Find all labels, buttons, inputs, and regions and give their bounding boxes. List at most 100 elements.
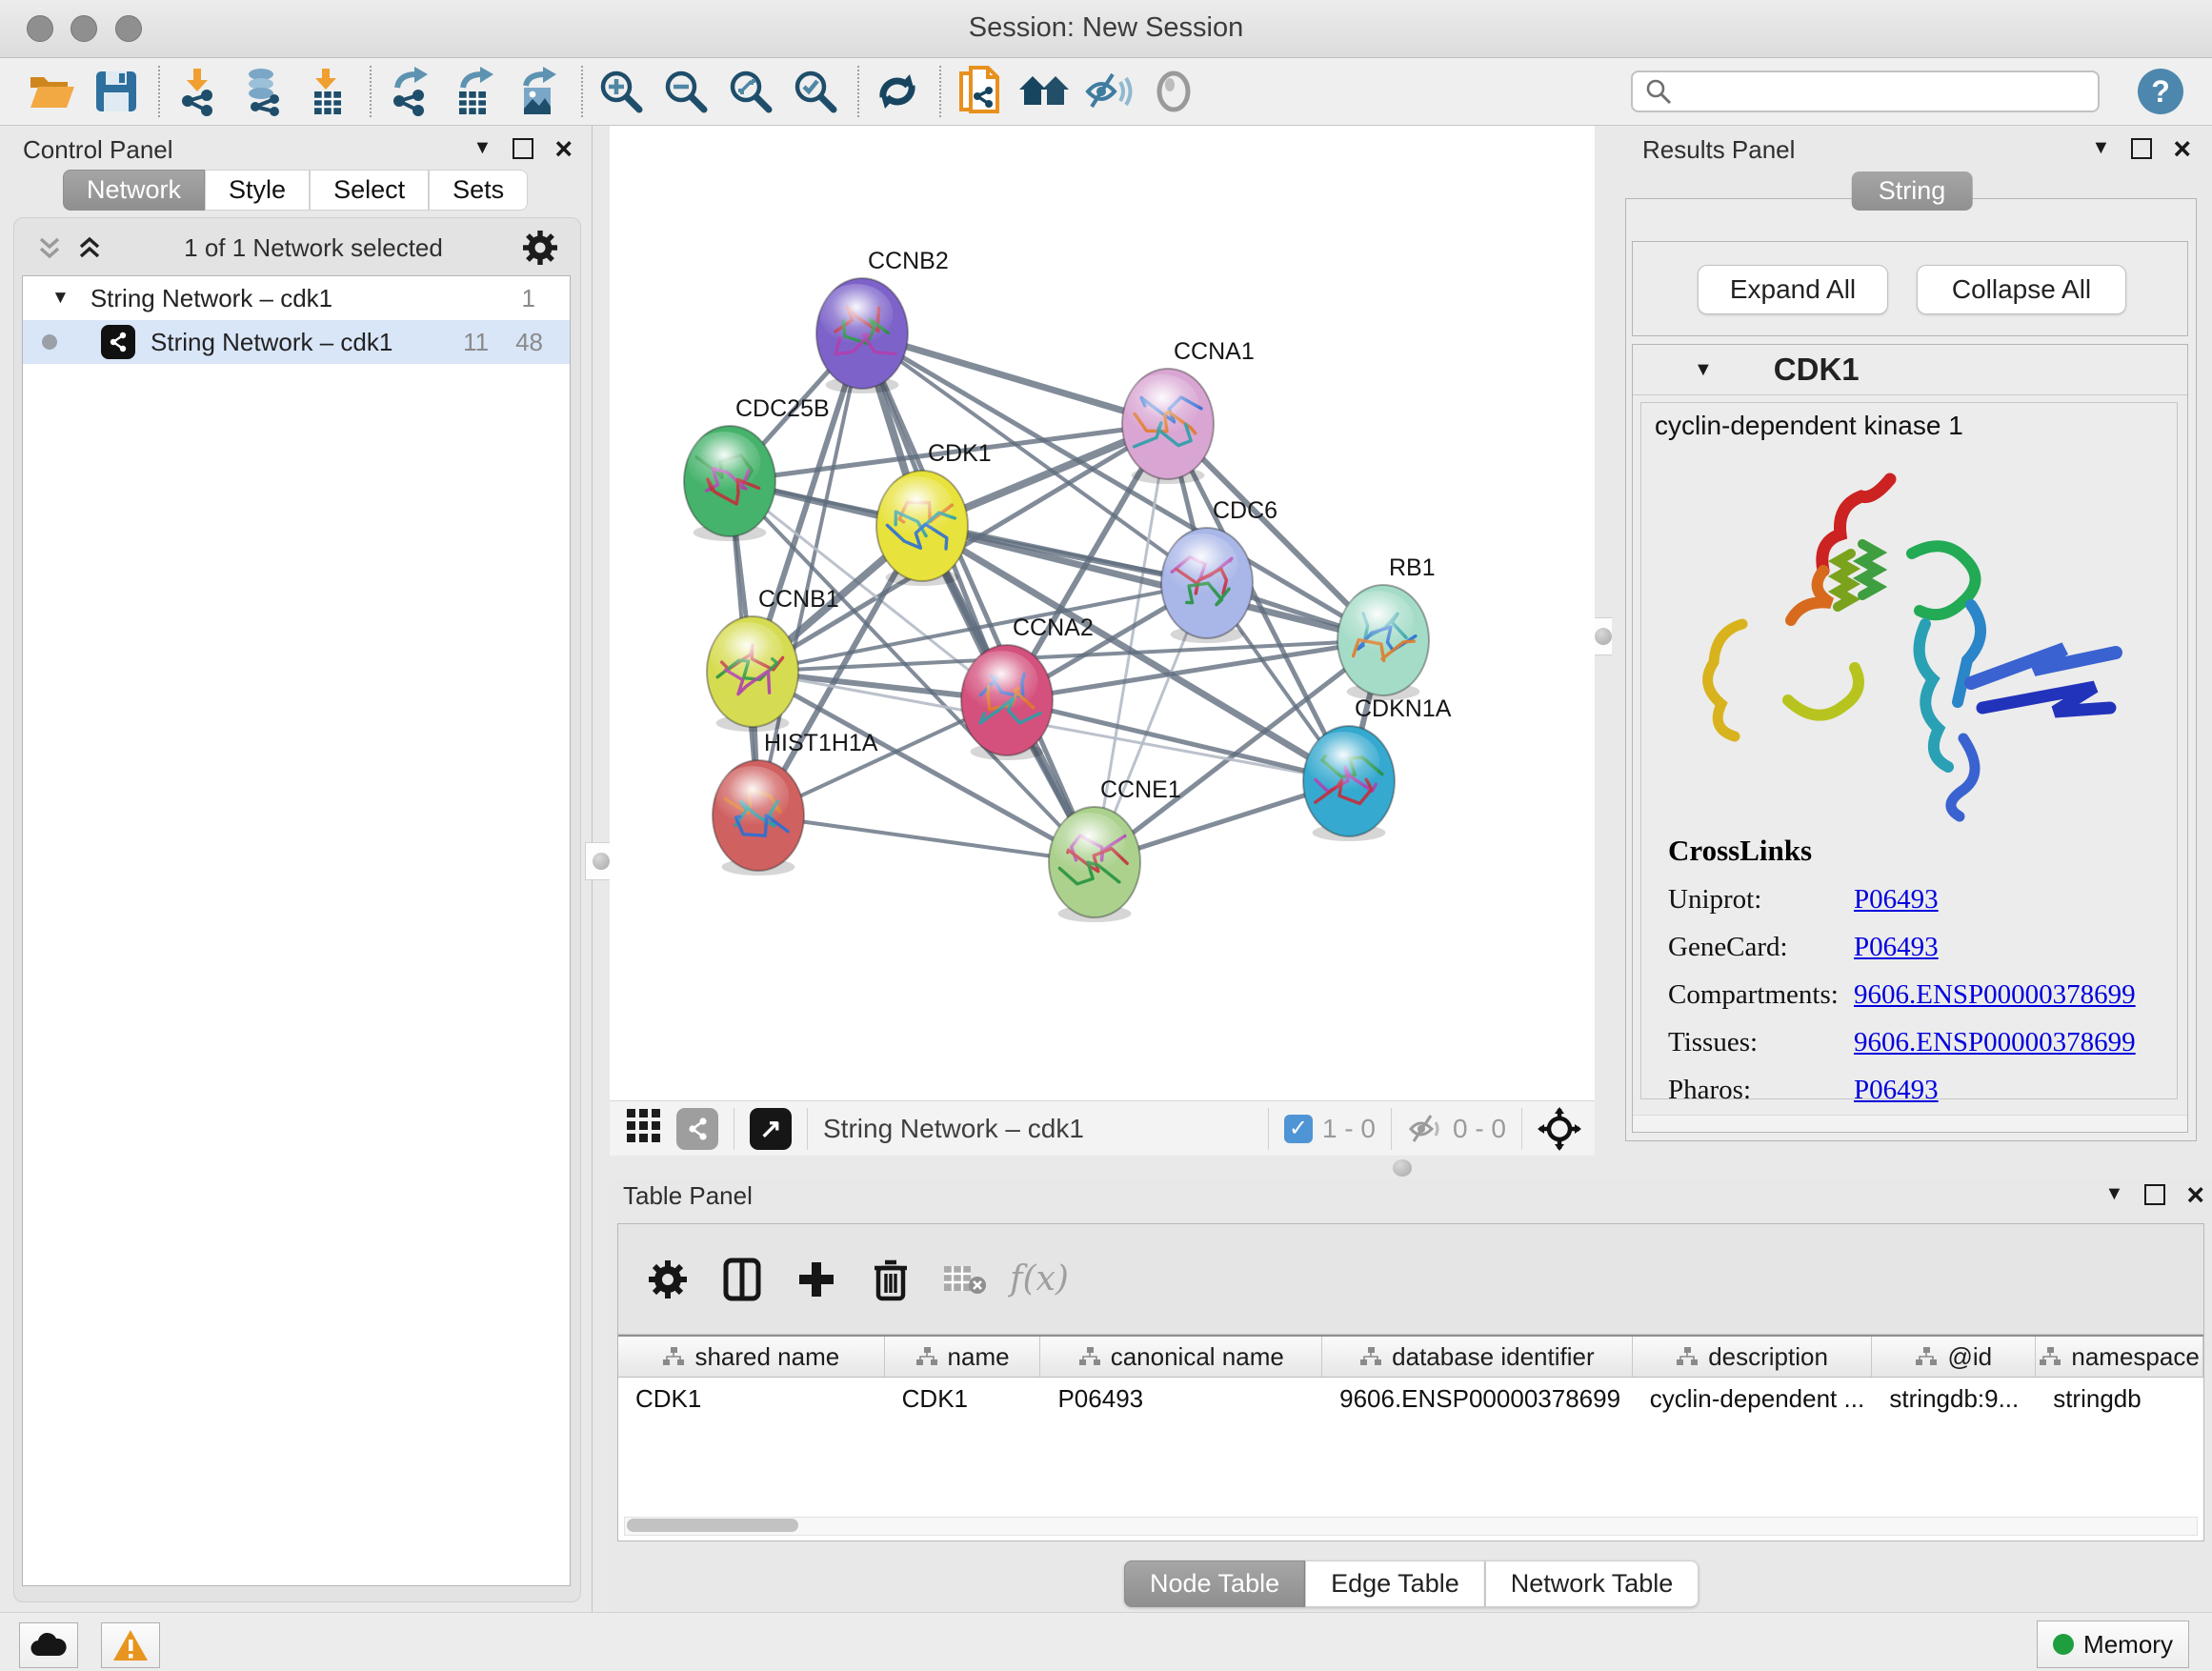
search-field[interactable] [1631, 70, 2100, 112]
zoom-selected-button[interactable] [789, 65, 842, 118]
crosslink-link[interactable]: P06493 [1854, 884, 1939, 916]
close-panel-button[interactable]: × [554, 140, 573, 157]
network-canvas[interactable]: CCNB2CCNA1CDC25BCDK1CDC6RB1CCNB1CCNA2CDK… [610, 126, 1595, 1100]
crosslink-link[interactable]: 9606.ENSP00000378699 [1854, 1027, 2136, 1058]
protein-node[interactable]: CDKN1A [1303, 695, 1452, 841]
tab-edge-table[interactable]: Edge Table [1305, 1560, 1485, 1607]
export-image-button[interactable] [513, 65, 566, 118]
table-cell[interactable]: stringdb:9... [1872, 1384, 2036, 1414]
delete-columns-button[interactable] [866, 1255, 915, 1304]
collection-expand-icon[interactable]: ▼ [51, 288, 70, 309]
tab-network[interactable]: Network [63, 170, 205, 211]
hide-glass-pane-button[interactable] [1082, 65, 1136, 118]
collapse-all-networks-icon[interactable] [33, 232, 66, 264]
protein-node[interactable]: RB1 [1337, 554, 1436, 700]
column-header-database-identifier[interactable]: database identifier [1322, 1337, 1633, 1377]
gene-collapse-icon[interactable]: ▼ [1694, 359, 1713, 381]
expand-all-button[interactable]: Expand All [1698, 265, 1888, 314]
tab-select[interactable]: Select [310, 170, 429, 211]
show-grid-button[interactable] [625, 1107, 663, 1150]
float-panel-button[interactable]: ▼ [473, 137, 493, 159]
scrollbar-thumb[interactable] [627, 1519, 798, 1532]
apply-layout-button[interactable] [871, 65, 924, 118]
tab-style[interactable]: Style [205, 170, 310, 211]
import-table-file-button[interactable] [301, 65, 354, 118]
tab-sets[interactable]: Sets [429, 170, 528, 211]
hidden-node-edge-counts: 0 - 0 [1453, 1114, 1506, 1144]
maximize-panel-button[interactable] [2144, 1184, 2165, 1205]
birds-eye-view-button[interactable]: ↗ [750, 1108, 792, 1150]
float-panel-button[interactable]: ▼ [2105, 1183, 2124, 1205]
close-panel-button[interactable]: × [2173, 140, 2191, 157]
toolbar-separator [1521, 1108, 1522, 1150]
save-session-button[interactable] [90, 65, 143, 118]
table-toolbar: f(x) [618, 1224, 2203, 1335]
column-header-canonical-name[interactable]: canonical name [1040, 1337, 1322, 1377]
table-cell[interactable]: CDK1 [885, 1384, 1041, 1414]
column-header-name[interactable]: name [885, 1337, 1041, 1377]
current-network-dot-icon [42, 334, 57, 350]
tab-node-table[interactable]: Node Table [1124, 1560, 1305, 1607]
protein-node[interactable]: CCNA1 [1122, 338, 1255, 484]
string-home-button[interactable] [1017, 65, 1071, 118]
network-row-selected[interactable]: String Network – cdk1 11 48 [23, 320, 570, 364]
open-session-button[interactable] [25, 65, 78, 118]
tab-string-results[interactable]: String [1852, 171, 1973, 211]
network-options-gear-icon[interactable] [521, 229, 559, 267]
node-label: CCNA2 [1013, 614, 1094, 641]
import-network-file-button[interactable] [171, 65, 225, 118]
warnings-button[interactable] [101, 1622, 160, 1668]
cloud-status-button[interactable] [19, 1622, 78, 1668]
table-cell[interactable]: stringdb [2036, 1384, 2203, 1414]
export-network-button[interactable] [383, 65, 436, 118]
column-header-namespace[interactable]: namespace [2036, 1337, 2203, 1377]
table-cell[interactable]: 9606.ENSP00000378699 [1322, 1384, 1633, 1414]
network-collection-row[interactable]: ▼ String Network – cdk1 1 [23, 276, 570, 320]
crosslink-link[interactable]: P06493 [1854, 1075, 1939, 1106]
table-cell[interactable]: cyclin-dependent ... [1633, 1384, 1873, 1414]
column-header-description[interactable]: description [1633, 1337, 1873, 1377]
crosslink-row: Tissues:9606.ENSP00000378699 [1668, 1027, 2136, 1058]
hidden-eye-icon [1407, 1113, 1443, 1145]
search-input[interactable] [1673, 76, 2077, 108]
export-table-button[interactable] [448, 65, 501, 118]
maximize-panel-button[interactable] [2131, 138, 2152, 159]
results-horizontal-scrollbar[interactable] [1633, 1115, 2187, 1132]
float-panel-button[interactable]: ▼ [2092, 137, 2111, 159]
main-toolbar: ? [0, 58, 2212, 126]
show-columns-button[interactable] [717, 1255, 767, 1304]
create-column-button[interactable] [792, 1255, 841, 1304]
export-table-icon [452, 67, 497, 116]
bottom-splitter-handle[interactable] [1393, 1159, 1412, 1177]
crosslink-link[interactable]: P06493 [1854, 932, 1939, 963]
tab-network-table[interactable]: Network Table [1485, 1560, 1699, 1607]
table-data-row[interactable]: CDK1CDK1P064939606.ENSP00000378699cyclin… [618, 1378, 2203, 1419]
protein-node[interactable]: CDC25B [684, 395, 830, 541]
crosslink-link[interactable]: 9606.ENSP00000378699 [1854, 979, 2136, 1011]
import-network-database-button[interactable] [236, 65, 290, 118]
collapse-all-button[interactable]: Collapse All [1917, 265, 2126, 314]
memory-button[interactable]: Memory [2037, 1621, 2189, 1668]
table-options-button[interactable] [643, 1255, 693, 1304]
selected-indicator-checkbox[interactable]: ✓ [1284, 1115, 1313, 1143]
column-header-shared-name[interactable]: shared name [618, 1337, 885, 1377]
table-cell[interactable]: P06493 [1040, 1384, 1322, 1414]
network-from-document-button[interactable] [953, 65, 1006, 118]
column-header--id[interactable]: @id [1872, 1337, 2036, 1377]
zoom-out-button[interactable] [659, 65, 713, 118]
cloud-icon [30, 1631, 68, 1660]
zoom-fit-button[interactable] [724, 65, 777, 118]
pan-crosshair-button[interactable] [1538, 1107, 1581, 1151]
network-graph[interactable]: CCNB2CCNA1CDC25BCDK1CDC6RB1CCNB1CCNA2CDK… [610, 126, 1595, 1100]
table-cell[interactable]: CDK1 [618, 1384, 885, 1414]
gene-card-header[interactable]: ▼ CDK1 [1633, 345, 2187, 395]
zoom-in-button[interactable] [594, 65, 648, 118]
glass-pane-button[interactable] [1147, 65, 1200, 118]
string-view-button[interactable] [676, 1108, 718, 1150]
close-panel-button[interactable]: × [2186, 1186, 2204, 1203]
protein-node[interactable]: HIST1H1A [713, 730, 878, 876]
maximize-panel-button[interactable] [513, 138, 533, 159]
help-button[interactable]: ? [2138, 69, 2183, 114]
table-horizontal-scrollbar[interactable] [624, 1517, 2198, 1536]
expand-all-networks-icon[interactable] [73, 232, 106, 264]
